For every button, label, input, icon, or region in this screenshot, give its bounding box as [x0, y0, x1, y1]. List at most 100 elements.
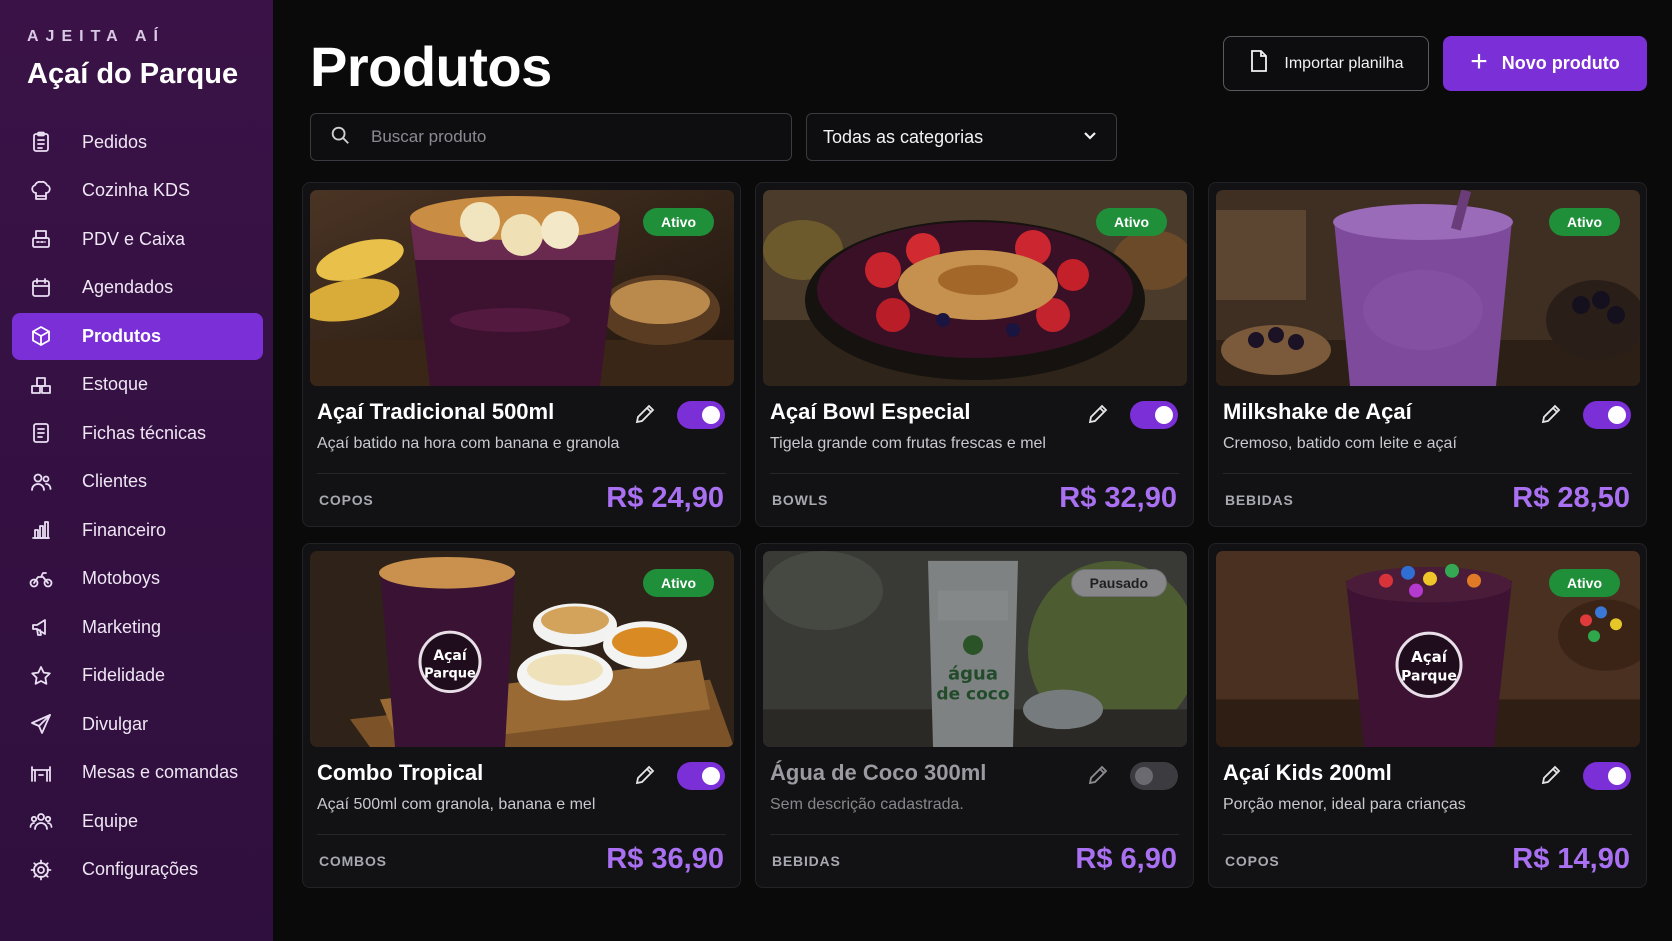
sidebar-item-mesas-comandas[interactable]: Mesas e comandas	[12, 750, 263, 797]
product-name: Açaí Tradicional 500ml	[317, 399, 555, 424]
category-select-value: Todas as categorias	[823, 126, 984, 147]
status-badge: Ativo	[643, 569, 714, 597]
cash-register-icon	[28, 226, 54, 252]
sidebar-item-label: Fidelidade	[82, 665, 166, 686]
clipboard-icon	[28, 129, 54, 155]
sidebar-item-clientes[interactable]: Clientes	[12, 459, 263, 506]
product-price: R$ 14,90	[1512, 843, 1630, 875]
sidebar-item-pedidos[interactable]: Pedidos	[12, 119, 263, 166]
product-enabled-toggle[interactable]	[1130, 762, 1178, 790]
chef-hat-icon	[28, 178, 54, 204]
cup-logo-text: Açaí	[433, 648, 468, 664]
sidebar-item-label: Estoque	[82, 374, 149, 395]
product-category: COPOS	[319, 492, 374, 508]
import-spreadsheet-button[interactable]: Importar planilha	[1223, 36, 1429, 91]
chevron-down-icon	[1082, 127, 1098, 148]
product-price: R$ 6,90	[1075, 843, 1177, 875]
sidebar-item-agendados[interactable]: Agendados	[12, 265, 263, 312]
team-icon	[28, 808, 54, 834]
bar-chart-icon	[28, 517, 54, 543]
sidebar-item-produtos[interactable]: Produtos	[12, 313, 263, 360]
product-image-milkshake: Ativo	[1216, 190, 1640, 386]
document-icon	[28, 420, 54, 446]
users-icon	[28, 469, 54, 495]
sidebar-item-equipe[interactable]: Equipe	[12, 798, 263, 845]
sidebar-item-fichas-tecnicas[interactable]: Fichas técnicas	[12, 410, 263, 457]
bottle-label-text: água	[948, 664, 998, 685]
megaphone-icon	[28, 614, 54, 640]
edit-pencil-icon[interactable]	[1539, 402, 1565, 428]
sidebar-item-label: PDV e Caixa	[82, 228, 186, 249]
card-divider	[1223, 834, 1632, 835]
sidebar-item-label: Fichas técnicas	[82, 422, 207, 443]
product-card[interactable]: água de coco Pausado Água de Coco 300ml …	[755, 543, 1194, 888]
status-badge: Ativo	[1096, 208, 1167, 236]
table-icon	[28, 760, 54, 786]
product-image-acai-cup: Ativo	[310, 190, 734, 386]
sidebar-item-label: Agendados	[82, 277, 174, 298]
product-price: R$ 32,90	[1059, 482, 1177, 514]
product-card[interactable]: Ativo Açaí Tradicional 500ml Açaí batido…	[302, 182, 741, 527]
product-category: BEBIDAS	[772, 853, 841, 869]
cup-logo-text: Açaí	[1411, 648, 1448, 666]
sidebar-item-marketing[interactable]: Marketing	[12, 604, 263, 651]
product-description: Porção menor, ideal para crianças	[1223, 796, 1466, 813]
product-name: Açaí Bowl Especial	[770, 399, 971, 424]
product-image-combo: Açaí Parque Ativo	[310, 551, 734, 747]
product-card[interactable]: Ativo Açaí Bowl Especial Tigela grande c…	[755, 182, 1194, 527]
file-icon	[1248, 49, 1270, 78]
sidebar-item-label: Mesas e comandas	[82, 762, 239, 783]
sidebar-item-label: Clientes	[82, 471, 148, 492]
sidebar-item-cozinha-kds[interactable]: Cozinha KDS	[12, 168, 263, 215]
product-name: Água de Coco 300ml	[770, 760, 987, 785]
edit-pencil-icon[interactable]	[633, 763, 659, 789]
new-product-button[interactable]: + Novo produto	[1443, 36, 1647, 91]
sidebar-item-label: Equipe	[82, 810, 139, 831]
card-divider	[1223, 473, 1632, 474]
product-category: COMBOS	[319, 853, 387, 869]
sidebar-item-financeiro[interactable]: Financeiro	[12, 507, 263, 554]
product-description: Cremoso, batido com leite e açaí	[1223, 435, 1457, 452]
product-name: Milkshake de Açaí	[1223, 399, 1412, 424]
send-icon	[28, 711, 54, 737]
sidebar: AJEITA AÍ Açaí do Parque Pedidos Cozinha…	[0, 0, 273, 941]
product-enabled-toggle[interactable]	[1583, 762, 1631, 790]
toggle-knob	[1135, 767, 1153, 785]
category-select[interactable]: Todas as categorias	[806, 113, 1117, 161]
toggle-knob	[702, 767, 720, 785]
product-price: R$ 24,90	[606, 482, 724, 514]
product-card[interactable]: Açaí Parque Ativo Combo Tropical Açaí 50…	[302, 543, 741, 888]
card-divider	[317, 834, 726, 835]
sidebar-item-motoboys[interactable]: Motoboys	[12, 556, 263, 603]
product-enabled-toggle[interactable]	[677, 762, 725, 790]
product-image-coconut-water: água de coco Pausado	[763, 551, 1187, 747]
toggle-knob	[1608, 406, 1626, 424]
search-input[interactable]	[371, 127, 751, 147]
edit-pencil-icon[interactable]	[633, 402, 659, 428]
sidebar-item-pdv-caixa[interactable]: PDV e Caixa	[12, 216, 263, 263]
product-price: R$ 28,50	[1512, 482, 1630, 514]
product-enabled-toggle[interactable]	[1130, 401, 1178, 429]
sidebar-item-configuracoes[interactable]: Configurações	[12, 847, 263, 894]
calendar-icon	[28, 275, 54, 301]
sidebar-item-fidelidade[interactable]: Fidelidade	[12, 653, 263, 700]
product-card[interactable]: Ativo Milkshake de Açaí Cremoso, batido …	[1208, 182, 1647, 527]
edit-pencil-icon[interactable]	[1086, 402, 1112, 428]
sidebar-item-estoque[interactable]: Estoque	[12, 362, 263, 409]
product-description: Sem descrição cadastrada.	[770, 796, 964, 813]
product-card[interactable]: Açaí Parque Ativo Açaí Kids 200ml Porção…	[1208, 543, 1647, 888]
search-box	[310, 113, 792, 161]
product-category: COPOS	[1225, 853, 1280, 869]
brand-name: Açaí do Parque	[27, 58, 239, 90]
brand-eyebrow: AJEITA AÍ	[27, 28, 165, 45]
sidebar-item-divulgar[interactable]: Divulgar	[12, 701, 263, 748]
page-title: Produtos	[310, 35, 552, 98]
product-enabled-toggle[interactable]	[677, 401, 725, 429]
product-category: BEBIDAS	[1225, 492, 1294, 508]
star-icon	[28, 663, 54, 689]
product-enabled-toggle[interactable]	[1583, 401, 1631, 429]
sidebar-item-label: Pedidos	[82, 131, 148, 152]
edit-pencil-icon[interactable]	[1539, 763, 1565, 789]
edit-pencil-icon[interactable]	[1086, 763, 1112, 789]
sidebar-item-label: Marketing	[82, 616, 162, 637]
